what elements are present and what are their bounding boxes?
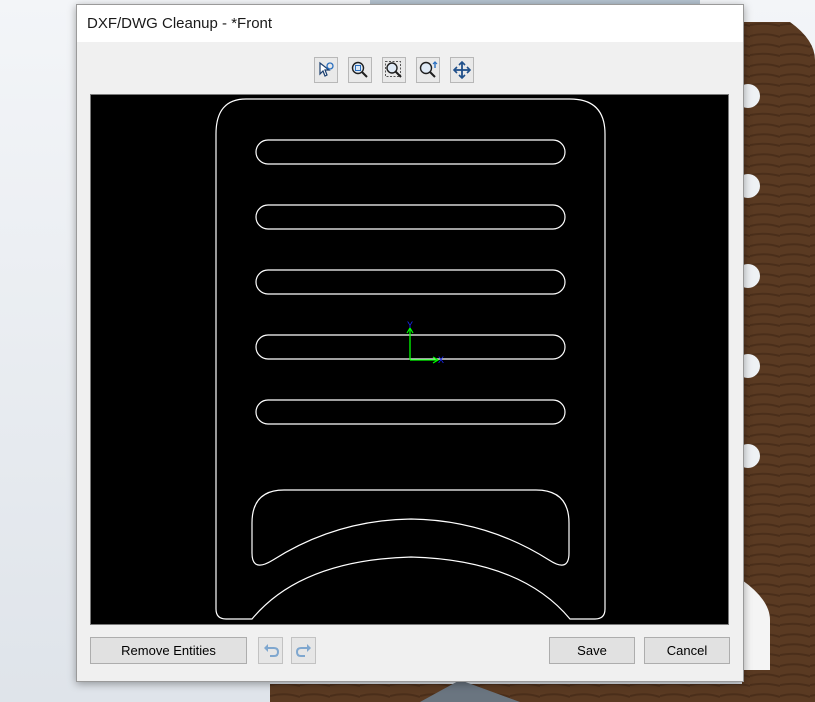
axis-y-label: Y: [407, 320, 413, 330]
zoom-to-fit-icon: [351, 61, 368, 78]
zoom-to-area-icon: [385, 61, 402, 78]
title-bar: DXF/DWG Cleanup - *Front: [77, 5, 743, 42]
drawing-canvas: Y X: [215, 98, 606, 620]
slot-3: [255, 269, 566, 295]
zoom-in-out-button[interactable]: [416, 57, 440, 83]
remove-entities-button[interactable]: Remove Entities: [90, 637, 247, 664]
select-tool-button[interactable]: [314, 57, 338, 83]
undo-icon: [264, 644, 280, 657]
redo-icon: [295, 644, 311, 657]
redo-button[interactable]: [291, 637, 316, 664]
pan-icon: [452, 60, 472, 80]
zoom-to-fit-button[interactable]: [348, 57, 372, 83]
window-title: DXF/DWG Cleanup - *Front: [87, 15, 273, 32]
select-tool-icon: [319, 61, 334, 77]
drawing-viewport[interactable]: Y X: [90, 94, 729, 625]
slot-5: [255, 399, 566, 425]
view-toolbar: [77, 57, 743, 87]
dxf-cleanup-dialog: DXF/DWG Cleanup - *Front Y X Remove Enti…: [76, 4, 744, 682]
axis-x-label: X: [438, 355, 444, 365]
zoom-to-area-button[interactable]: [382, 57, 406, 83]
pan-button[interactable]: [450, 57, 474, 83]
save-button[interactable]: Save: [549, 637, 635, 664]
handle-cutout: [251, 489, 570, 566]
slot-2: [255, 204, 566, 230]
slot-1: [255, 139, 566, 165]
cancel-button[interactable]: Cancel: [644, 637, 730, 664]
zoom-in-out-icon: [419, 61, 438, 78]
axis-triad: Y X: [406, 320, 444, 365]
undo-button[interactable]: [258, 637, 283, 664]
